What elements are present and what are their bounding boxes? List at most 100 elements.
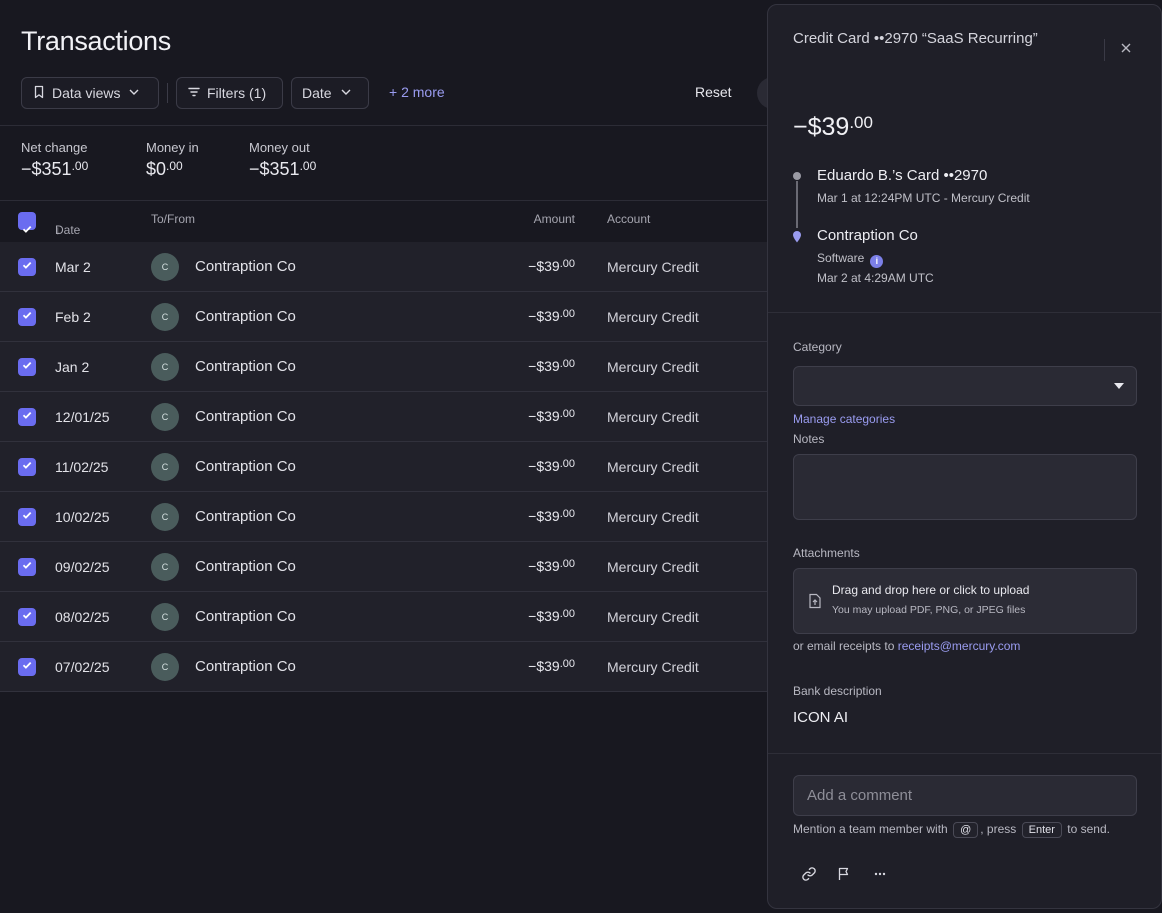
data-views-button[interactable]: Data views (21, 77, 159, 109)
check-icon (21, 658, 33, 676)
avatar: C (151, 653, 179, 681)
row-checkbox[interactable] (18, 358, 36, 376)
avatar: C (151, 603, 179, 631)
check-icon (21, 223, 33, 238)
table-row[interactable]: Jan 2 C Contraption Co −$39.00 Mercury Credi… (0, 342, 780, 392)
row-counterparty: Contraption Co (195, 558, 296, 575)
row-date: 11/02/25 (55, 459, 109, 475)
reset-button[interactable]: Reset (695, 84, 732, 100)
row-amount: −$39.00 (528, 358, 575, 374)
transactions-main: Transactions Data views Filters (1) Date… (0, 0, 797, 913)
check-icon (21, 408, 33, 426)
table-row[interactable]: 08/02/25 C Contraption Co −$39.00 Mercury Cr… (0, 592, 780, 642)
category-label: Category (793, 340, 842, 354)
check-icon (21, 608, 33, 626)
row-date: 09/02/25 (55, 559, 110, 575)
chevron-down-icon (128, 85, 140, 101)
chevron-down-icon (340, 85, 352, 101)
avatar: C (151, 553, 179, 581)
timeline-start-dot (793, 172, 801, 180)
row-account: Mercury Credit (607, 609, 699, 625)
row-amount: −$39.00 (528, 458, 575, 474)
row-checkbox[interactable] (18, 608, 36, 626)
table-row[interactable]: 11/02/25 C Contraption Co −$39.00 Mercury Cr… (0, 442, 780, 492)
row-account: Mercury Credit (607, 359, 699, 375)
row-amount: −$39.00 (528, 658, 575, 674)
row-date: 10/02/25 (55, 509, 110, 525)
row-amount: −$39.00 (528, 608, 575, 624)
row-checkbox[interactable] (18, 508, 36, 526)
check-icon (21, 358, 33, 376)
row-amount: −$39.00 (528, 408, 575, 424)
upload-subtitle: You may upload PDF, PNG, or JPEG files (832, 604, 1026, 616)
table-row[interactable]: 07/02/25 C Contraption Co −$39.00 Mercury Cr… (0, 642, 780, 692)
filter-icon (187, 85, 201, 102)
row-date: Jan 2 (55, 359, 90, 375)
filters-button[interactable]: Filters (1) (176, 77, 283, 109)
page-title: Transactions (21, 26, 171, 56)
column-amount[interactable]: Amount (534, 212, 575, 226)
date-filter-button[interactable]: Date (291, 77, 369, 109)
stat-label: Net change (21, 140, 88, 155)
row-account: Mercury Credit (607, 459, 699, 475)
table-row[interactable]: Mar 2 C Contraption Co −$39.00 Mercury Credi… (0, 242, 780, 292)
row-date: Feb 2 (55, 309, 91, 325)
notes-label: Notes (793, 432, 825, 446)
row-checkbox[interactable] (18, 408, 36, 426)
close-icon[interactable] (1117, 39, 1135, 57)
avatar: C (151, 353, 179, 381)
category-select[interactable] (793, 366, 1137, 406)
toolbar-divider (167, 83, 168, 103)
table-row[interactable]: Feb 2 C Contraption Co −$39.00 Mercury Credi… (0, 292, 780, 342)
row-date: Mar 2 (55, 259, 91, 275)
avatar: C (151, 453, 179, 481)
avatar: C (151, 303, 179, 331)
column-account[interactable]: Account (607, 212, 650, 226)
row-counterparty: Contraption Co (195, 508, 296, 525)
row-checkbox[interactable] (18, 558, 36, 576)
more-filters-link[interactable]: + 2 more (389, 84, 445, 100)
row-checkbox[interactable] (18, 458, 36, 476)
stat-value: −$351.00 (21, 159, 89, 179)
table-row[interactable]: 09/02/25 C Contraption Co −$39.00 Mercury Cr… (0, 542, 780, 592)
row-checkbox[interactable] (18, 658, 36, 676)
receipts-email-link[interactable]: receipts@mercury.com (898, 639, 1021, 653)
avatar: C (151, 503, 179, 531)
row-counterparty: Contraption Co (195, 258, 296, 275)
comment-input[interactable]: Add a comment (793, 775, 1137, 816)
info-icon[interactable]: i (870, 254, 884, 268)
row-date: 07/02/25 (55, 659, 110, 675)
row-account: Mercury Credit (607, 259, 699, 275)
upload-title: Drag and drop here or click to upload (832, 583, 1030, 597)
notes-field[interactable] (793, 454, 1137, 520)
bank-description-value: ICON AI (793, 709, 849, 726)
caret-down-icon (1114, 383, 1124, 389)
upload-file-icon (808, 593, 822, 614)
table-row[interactable]: 10/02/25 C Contraption Co −$39.00 Mercury Cr… (0, 492, 780, 542)
timeline-line (796, 181, 798, 228)
date-filter-label: Date (302, 85, 332, 101)
row-amount: −$39.00 (528, 308, 575, 324)
avatar: C (151, 253, 179, 281)
comment-hint: Mention a team member with @, press Ente… (793, 822, 1110, 838)
row-date: 12/01/25 (55, 409, 110, 425)
panel-header-divider (1104, 39, 1105, 61)
manage-categories-link[interactable]: Manage categories (793, 412, 895, 426)
column-to-from[interactable]: To/From (151, 212, 195, 226)
select-all-checkbox[interactable] (18, 212, 36, 233)
table-row[interactable]: 12/01/25 C Contraption Co −$39.00 Mercury Cr… (0, 392, 780, 442)
merchant-category: Software i (817, 251, 884, 268)
link-icon[interactable] (800, 865, 818, 883)
stat-net-change: Net change −$351.00 (21, 140, 88, 180)
row-checkbox[interactable] (18, 308, 36, 326)
more-icon[interactable] (871, 865, 889, 883)
attachment-upload-zone[interactable]: Drag and drop here or click to upload Yo… (793, 568, 1137, 634)
from-card-subtitle: Mar 1 at 12:24PM UTC - Mercury Credit (817, 191, 1030, 205)
row-amount: −$39.00 (528, 508, 575, 524)
row-checkbox[interactable] (18, 258, 36, 276)
merchant-title[interactable]: Contraption Co (817, 227, 918, 244)
row-account: Mercury Credit (607, 509, 699, 525)
check-icon (21, 508, 33, 526)
flag-icon[interactable] (835, 865, 853, 883)
panel-amount: −$39.00 (793, 113, 873, 141)
